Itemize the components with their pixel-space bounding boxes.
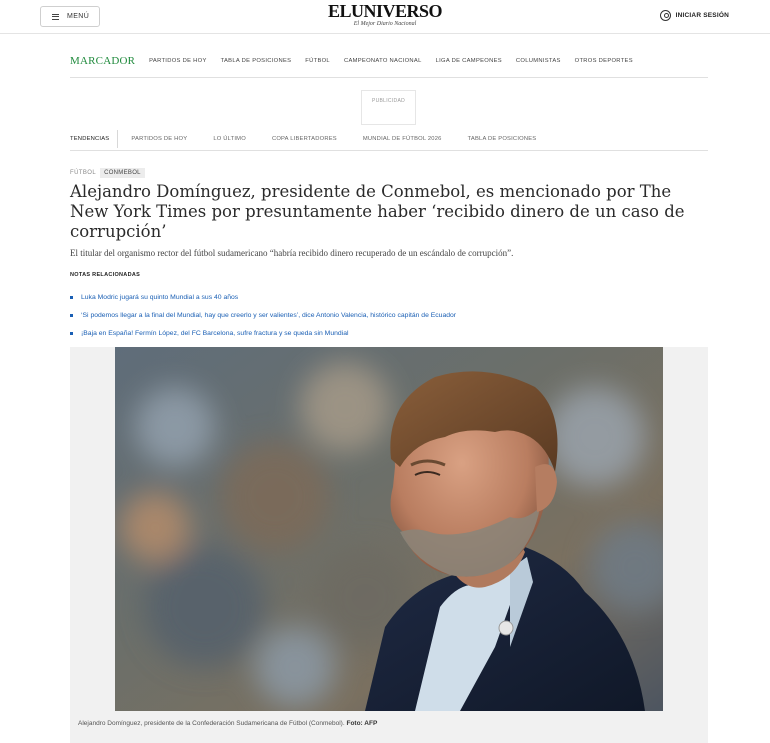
- logo-tagline: El Mejor Diario Nacional: [353, 21, 417, 27]
- trend-link-ultimo[interactable]: LO ÚLTIMO: [213, 136, 246, 142]
- trends-label: TENDENCIAS: [70, 129, 119, 148]
- related-note-link[interactable]: Luka Modric jugará su quinto Mundial a s…: [81, 294, 238, 301]
- related-notes-title: NOTAS RELACIONADAS: [70, 272, 141, 278]
- trends-nav: TENDENCIAS PARTIDOS DE HOY LO ÚLTIMO COP…: [70, 127, 708, 151]
- article-summary: El titular del organismo rector del fútb…: [70, 248, 514, 258]
- section-link-campeonato[interactable]: CAMPEONATO NACIONAL: [344, 58, 422, 64]
- photo-caption: Alejandro Domínguez, presidente de la Co…: [78, 720, 377, 727]
- login-label: INICIAR SESIÓN: [675, 12, 729, 19]
- caption-credit: Foto: AFP: [346, 720, 378, 727]
- article-headline: Alejandro Domínguez, presidente de Conme…: [70, 182, 685, 241]
- related-note[interactable]: ‘Si podemos llegar a la final del Mundia…: [70, 306, 456, 324]
- section-link-columnistas[interactable]: COLUMNISTAS: [516, 58, 561, 64]
- section-link-liga[interactable]: LIGA DE CAMPEONES: [436, 58, 502, 64]
- related-note[interactable]: ¡Baja en España! Fermín López, del FC Ba…: [70, 324, 456, 342]
- related-notes-list: Luka Modric jugará su quinto Mundial a s…: [70, 288, 456, 342]
- trend-link-tabla[interactable]: TABLA DE POSICIONES: [468, 136, 537, 142]
- trend-link-mundial[interactable]: MUNDIAL DE FÚTBOL 2026: [363, 136, 442, 142]
- ad-placeholder: PUBLICIDAD: [361, 90, 416, 125]
- section-link-futbol[interactable]: FÚTBOL: [305, 58, 330, 64]
- section-brand[interactable]: MARCADOR: [70, 55, 135, 67]
- section-link-otros[interactable]: OTROS DEPORTES: [575, 58, 633, 64]
- portrait-image: [115, 347, 663, 711]
- breadcrumb-conmebol[interactable]: CONMEBOL: [100, 168, 145, 178]
- trend-link-partidos[interactable]: PARTIDOS DE HOY: [131, 136, 187, 142]
- bullet-icon: [70, 331, 73, 335]
- section-link-partidos[interactable]: PARTIDOS DE HOY: [149, 58, 206, 64]
- bullet-icon: [70, 295, 73, 299]
- article-photo-figure: Alejandro Domínguez, presidente de la Co…: [70, 347, 708, 743]
- site-header: MENÚ ELUNIVERSO El Mejor Diario Nacional…: [0, 0, 770, 34]
- related-note[interactable]: Luka Modric jugará su quinto Mundial a s…: [70, 288, 456, 306]
- login-button[interactable]: INICIAR SESIÓN: [659, 10, 729, 21]
- breadcrumb-futbol[interactable]: FÚTBOL: [70, 170, 96, 176]
- related-note-link[interactable]: ¡Baja en España! Fermín López, del FC Ba…: [81, 330, 349, 337]
- logo-text: ELUNIVERSO: [327, 1, 443, 21]
- related-note-link[interactable]: ‘Si podemos llegar a la final del Mundia…: [81, 312, 456, 319]
- section-nav: MARCADOR PARTIDOS DE HOY TABLA DE POSICI…: [70, 44, 708, 78]
- user-icon: [659, 10, 671, 21]
- caption-text: Alejandro Domínguez, presidente de la Co…: [78, 720, 345, 727]
- trend-link-libertadores[interactable]: COPA LIBERTADORES: [272, 136, 337, 142]
- breadcrumb: FÚTBOL CONMEBOL: [70, 168, 145, 178]
- bullet-icon: [70, 313, 73, 317]
- section-link-tabla[interactable]: TABLA DE POSICIONES: [221, 58, 292, 64]
- site-logo[interactable]: ELUNIVERSO El Mejor Diario Nacional: [0, 2, 770, 27]
- article-photo[interactable]: [115, 347, 663, 711]
- ad-label: PUBLICIDAD: [371, 98, 405, 104]
